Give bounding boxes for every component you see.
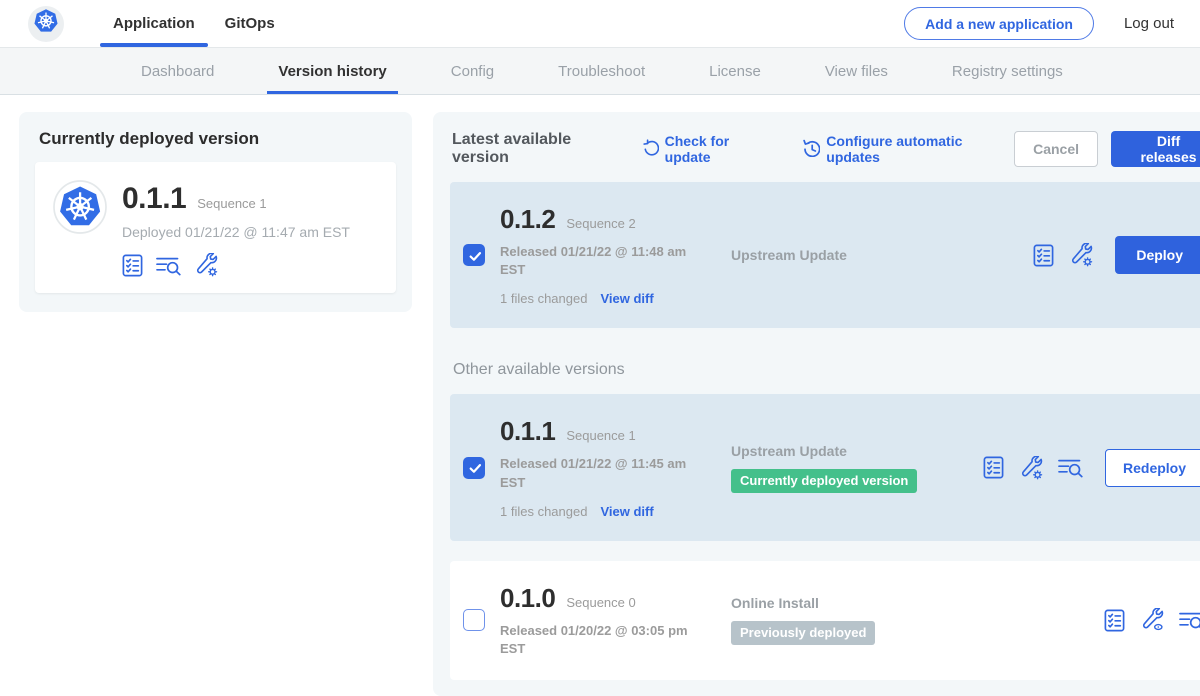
view-diff-link[interactable]: View diff <box>600 504 653 519</box>
redeploy-button[interactable]: Redeploy <box>1105 449 1200 487</box>
preflight-results-icon[interactable] <box>156 255 181 276</box>
version-checkbox[interactable] <box>463 457 485 479</box>
top-tabs: Application GitOps <box>98 0 290 47</box>
edit-config-icon[interactable] <box>1069 243 1093 267</box>
deployed-sequence-label: Sequence 1 <box>197 196 266 211</box>
sequence-label: Sequence 0 <box>566 595 635 610</box>
released-timestamp: Released 01/20/22 @ 03:05 pm EST <box>500 622 690 658</box>
add-application-button[interactable]: Add a new application <box>904 7 1094 40</box>
view-config-icon[interactable] <box>1140 608 1164 632</box>
currently-deployed-panel: Currently deployed version 0.1.1 Sequenc… <box>19 112 412 312</box>
cancel-button[interactable]: Cancel <box>1014 131 1098 167</box>
deploy-button-wrap: Deploy <box>1115 236 1200 274</box>
source-label: Upstream Update <box>731 247 983 263</box>
app-logo <box>28 6 64 42</box>
subnav-item-view-files[interactable]: View files <box>814 48 899 94</box>
source-label: Online Install <box>731 595 983 611</box>
release-notes-icon[interactable] <box>1104 609 1125 632</box>
version-checkbox[interactable] <box>463 609 485 631</box>
version-actions <box>1104 608 1200 632</box>
configure-automatic-updates-link[interactable]: Configure automatic updates <box>802 133 1014 165</box>
version-info: 0.1.2 Sequence 2 Released 01/21/22 @ 11:… <box>500 204 698 306</box>
source-label: Upstream Update <box>731 443 983 459</box>
released-timestamp: Released 01/21/22 @ 11:45 am EST <box>500 455 690 491</box>
version-history-panel: Latest available version Check for updat… <box>433 112 1200 696</box>
version-row-0-1-2: 0.1.2 Sequence 2 Released 01/21/22 @ 11:… <box>450 182 1200 328</box>
subnav-item-version-history[interactable]: Version history <box>267 48 397 94</box>
version-info: 0.1.1 Sequence 1 Released 01/21/22 @ 11:… <box>500 416 698 518</box>
tab-application[interactable]: Application <box>98 0 210 47</box>
version-checkbox[interactable] <box>463 244 485 266</box>
diff-releases-button[interactable]: Diff releases <box>1111 131 1200 167</box>
release-notes-icon[interactable] <box>1033 244 1054 267</box>
subnav-item-dashboard[interactable]: Dashboard <box>130 48 225 94</box>
deployed-version-card: 0.1.1 Sequence 1 Deployed 01/21/22 @ 11:… <box>35 162 396 293</box>
deployed-timestamp: Deployed 01/21/22 @ 11:47 am EST <box>122 224 350 240</box>
deployed-version-info: 0.1.1 Sequence 1 Deployed 01/21/22 @ 11:… <box>122 180 350 277</box>
subnav-item-troubleshoot[interactable]: Troubleshoot <box>547 48 656 94</box>
edit-config-icon[interactable] <box>1019 456 1043 480</box>
kubernetes-logo-icon <box>33 8 59 39</box>
logout-link[interactable]: Log out <box>1124 15 1174 32</box>
version-row-0-1-0: 0.1.0 Sequence 0 Released 01/20/22 @ 03:… <box>450 561 1200 680</box>
kubernetes-app-icon <box>53 180 107 277</box>
currently-deployed-badge: Currently deployed version <box>731 469 917 493</box>
version-number: 0.1.2 <box>500 204 555 235</box>
subnav-item-license[interactable]: License <box>698 48 772 94</box>
redeploy-button-wrap: Redeploy <box>1105 449 1200 487</box>
deployed-version-number: 0.1.1 <box>122 182 186 216</box>
application-subnav: Dashboard Version history Config Trouble… <box>0 48 1200 95</box>
version-number: 0.1.0 <box>500 583 555 614</box>
version-source: Upstream Update <box>731 247 983 263</box>
version-history-page: Currently deployed version 0.1.1 Sequenc… <box>0 95 1200 696</box>
release-notes-icon[interactable] <box>983 456 1004 479</box>
latest-version-header: Latest available version Check for updat… <box>452 131 1200 167</box>
version-source: Upstream Update Currently deployed versi… <box>731 443 983 493</box>
released-timestamp: Released 01/21/22 @ 11:48 am EST <box>500 243 690 279</box>
latest-version-title: Latest available version <box>452 131 628 167</box>
subnav-item-config[interactable]: Config <box>440 48 505 94</box>
refresh-icon <box>642 139 659 159</box>
version-number: 0.1.1 <box>500 416 555 447</box>
tab-gitops[interactable]: GitOps <box>210 0 290 47</box>
edit-config-icon[interactable] <box>194 253 218 277</box>
subnav-item-registry-settings[interactable]: Registry settings <box>941 48 1074 94</box>
version-row-0-1-1: 0.1.1 Sequence 1 Released 01/21/22 @ 11:… <box>450 394 1200 540</box>
deploy-button[interactable]: Deploy <box>1115 236 1200 274</box>
top-navigation: Application GitOps Add a new application… <box>0 0 1200 48</box>
check-for-update-label: Check for update <box>665 133 776 165</box>
version-source: Online Install Previously deployed <box>731 595 983 645</box>
files-changed-label: 1 files changed <box>500 504 587 519</box>
previously-deployed-badge: Previously deployed <box>731 621 875 645</box>
check-for-update-link[interactable]: Check for update <box>642 133 776 165</box>
other-versions-label: Other available versions <box>453 361 1200 379</box>
preflight-results-icon[interactable] <box>1179 610 1200 631</box>
version-info: 0.1.0 Sequence 0 Released 01/20/22 @ 03:… <box>500 583 698 658</box>
view-diff-link[interactable]: View diff <box>600 291 653 306</box>
sequence-label: Sequence 2 <box>566 216 635 231</box>
version-actions: Redeploy <box>983 449 1200 487</box>
release-notes-icon[interactable] <box>122 254 143 277</box>
clock-refresh-icon <box>802 139 820 160</box>
configure-automatic-updates-label: Configure automatic updates <box>826 133 1014 165</box>
sequence-label: Sequence 1 <box>566 428 635 443</box>
preflight-results-icon[interactable] <box>1058 457 1083 478</box>
version-actions: Deploy <box>1033 236 1200 274</box>
deployed-panel-title: Currently deployed version <box>39 129 396 149</box>
files-changed-label: 1 files changed <box>500 291 587 306</box>
